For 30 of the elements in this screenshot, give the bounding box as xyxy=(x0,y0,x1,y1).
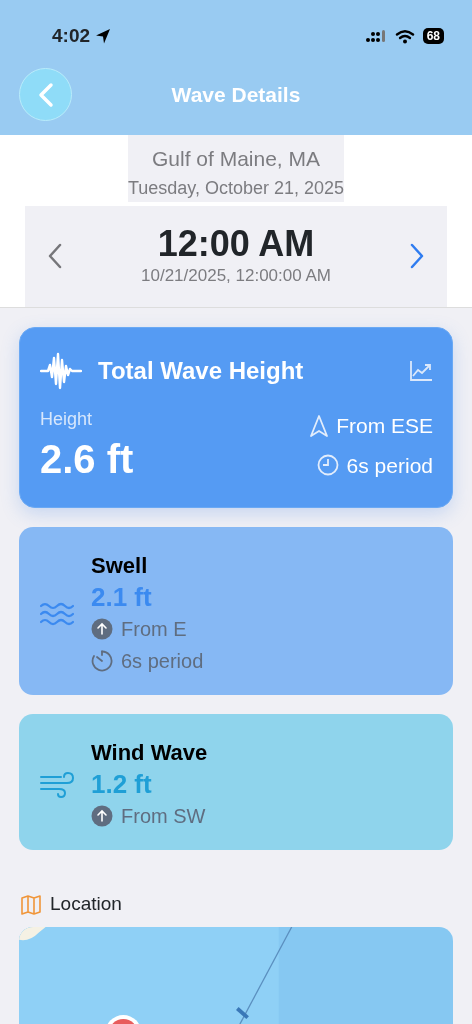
direction-text: From E xyxy=(121,617,187,643)
location-name: Gulf of Maine, MA xyxy=(151,146,320,172)
height-value: 2.1 ft xyxy=(91,582,153,614)
period-text: 6s period xyxy=(121,649,204,675)
period-text: 6s period xyxy=(346,452,433,479)
date-label: Tuesday, October 21, 2025 xyxy=(127,176,345,200)
direction-text: From ESE xyxy=(336,413,433,439)
component-title: Swell xyxy=(91,552,149,580)
clock-time: 4:02 xyxy=(52,23,91,48)
location-arrow-icon xyxy=(94,27,113,45)
height-value: 2.6 ft xyxy=(40,437,134,481)
direction-text: From SW xyxy=(121,804,206,830)
selected-time: 12:00 AM xyxy=(157,223,315,264)
chart-icon xyxy=(409,360,433,382)
section-title: Location xyxy=(50,892,122,917)
component-title: Wind Wave xyxy=(91,739,208,768)
waveform-icon xyxy=(40,352,82,390)
timestamp: 10/21/2025, 12:00:00 AM xyxy=(141,265,331,288)
clock-icon xyxy=(316,454,339,477)
height-value: 1.2 ft xyxy=(91,769,153,801)
height-label: Height xyxy=(40,408,94,431)
signal-icon xyxy=(364,29,387,43)
wifi-icon xyxy=(394,28,415,44)
direction-arrow-icon xyxy=(310,413,329,438)
battery-level: 68 xyxy=(422,28,444,44)
timer-icon xyxy=(91,650,113,673)
screen-title: Wave Details xyxy=(170,82,302,108)
map-icon xyxy=(20,893,42,916)
card-title: Total Wave Height xyxy=(98,356,304,386)
wind-icon xyxy=(39,769,75,800)
